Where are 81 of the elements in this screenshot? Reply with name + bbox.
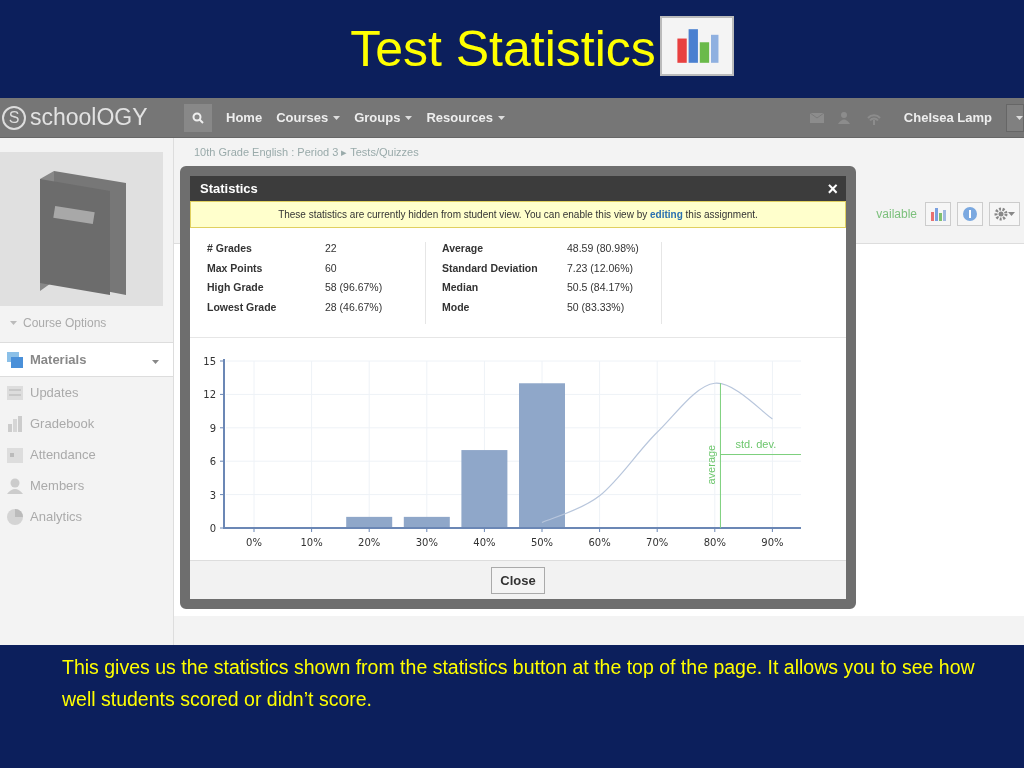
bar-chart-icon: [659, 16, 734, 76]
caret-icon: [1008, 212, 1015, 216]
availability-status: vailable: [876, 207, 917, 221]
caret-icon: [1016, 115, 1023, 120]
tick-label: 3: [209, 489, 216, 501]
user-menu-button[interactable]: [1006, 103, 1024, 132]
caret-icon: [405, 115, 413, 120]
tick-label: 80%: [703, 537, 726, 548]
nav-menu-item[interactable]: Courses: [276, 110, 341, 125]
info-button[interactable]: [957, 202, 983, 226]
tick-label: 50%: [530, 537, 554, 548]
tick-label: 12: [203, 389, 216, 401]
tick-label: 0%: [246, 537, 262, 548]
editing-link[interactable]: editing: [650, 209, 683, 220]
chart-annotation: std. dev.: [735, 437, 777, 450]
caret-icon: [497, 115, 505, 120]
stat-value: 60: [325, 261, 338, 276]
stat-label: Average: [442, 242, 485, 256]
search-button[interactable]: [184, 103, 212, 132]
notice-text: These statistics are currently hidden from student view. You can enable this view by editing this assignment.: [278, 209, 758, 220]
close-button[interactable]: Close: [491, 566, 545, 594]
user-name[interactable]: Chelsea Lamp: [903, 110, 992, 125]
breadcrumb[interactable]: 10th Grade English : Period 3 ▸ Tests/Quizzes: [174, 138, 1024, 159]
search-icon: [192, 111, 204, 124]
bar-chart-icon: [930, 207, 946, 221]
sidebar-item[interactable]: Attendance: [0, 439, 173, 470]
stat-label: Max Points: [207, 261, 264, 276]
chart-annotation: average: [705, 444, 718, 485]
person-icon: [6, 476, 24, 495]
stat-value: 22: [325, 242, 338, 256]
caret-icon: [333, 115, 341, 120]
stat-value: 58 (96.67%): [325, 281, 384, 295]
caret-icon: [152, 360, 159, 364]
tick-label: 15: [203, 356, 216, 367]
tick-label: 60%: [588, 537, 611, 548]
stack-icon: [6, 350, 24, 369]
info-icon: [962, 206, 978, 222]
tick-label: 6: [209, 456, 216, 468]
sidebar-item[interactable]: Gradebook: [0, 408, 173, 439]
settings-icon: [994, 207, 1008, 221]
tick-label: 90%: [761, 537, 784, 548]
tick-label: 70%: [646, 537, 669, 548]
stat-value: 7.23 (12.06%): [567, 261, 634, 276]
tick-label: 0: [209, 523, 216, 534]
tick-label: 10%: [300, 537, 323, 548]
logo-mark: S: [2, 105, 26, 130]
caret-icon: [10, 321, 17, 325]
slide-caption: This gives us the statistics shown from the statistics button at the top of the page. It allows you to see how well students scored or didn’t score.: [61, 655, 976, 712]
sidebar-item[interactable]: Analytics: [0, 501, 173, 532]
logo: schoolOGY: [30, 104, 148, 131]
pie-icon: [6, 507, 24, 526]
stat-label: Mode: [442, 300, 471, 315]
statistics-button[interactable]: [925, 202, 951, 226]
nav-menu-item[interactable]: Groups: [354, 110, 413, 125]
dialog-title: Statistics: [200, 181, 258, 196]
stat-value: 48.59 (80.98%): [567, 242, 640, 256]
calendar-icon: [6, 445, 24, 464]
stat-label: Median: [442, 281, 480, 295]
settings-button[interactable]: [989, 202, 1020, 226]
chart-icon: [6, 414, 24, 433]
slide-title: Test Statistics: [350, 20, 656, 78]
stat-label: High Grade: [207, 281, 265, 295]
list-icon: [6, 383, 24, 402]
sidebar-item[interactable]: Members: [0, 470, 173, 501]
stat-label: Lowest Grade: [207, 300, 278, 315]
close-button[interactable]: ×: [827, 179, 838, 198]
tick-label: 30%: [415, 537, 438, 548]
tick-label: 9: [209, 422, 216, 434]
stat-value: 28 (46.67%): [325, 300, 384, 315]
nav-menu-item[interactable]: Resources: [426, 110, 505, 125]
nav-menu-item[interactable]: Home: [226, 110, 263, 125]
stat-label: # Grades: [207, 242, 253, 256]
tick-label: 40%: [473, 537, 496, 548]
stat-value: 50.5 (84.17%): [567, 281, 634, 295]
stat-value: 50 (83.33%): [567, 300, 626, 315]
sidebar-item[interactable]: Updates: [0, 377, 173, 408]
stat-label: Standard Deviation: [442, 261, 539, 276]
bar: [346, 516, 393, 528]
tick-label: 20%: [358, 537, 381, 548]
bar: [403, 516, 450, 528]
sidebar-item[interactable]: Materials: [0, 343, 173, 377]
